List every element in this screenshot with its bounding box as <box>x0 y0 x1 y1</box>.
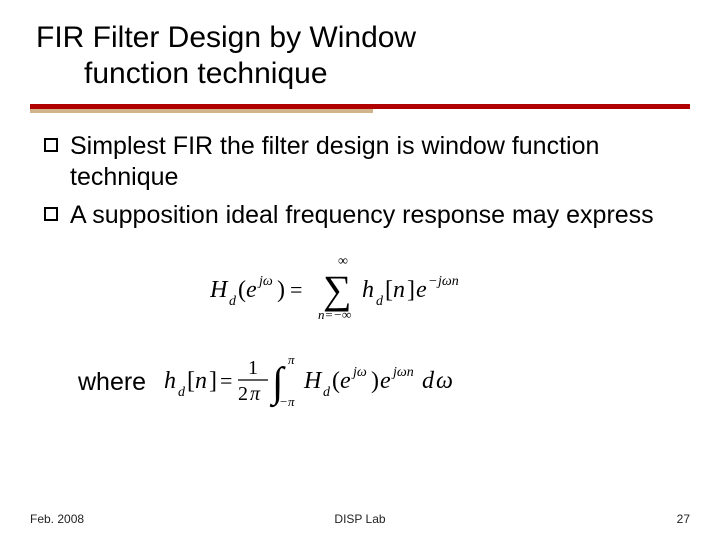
bullet-text: Simplest FIR the filter design is window… <box>70 131 680 194</box>
svg-text:H: H <box>303 368 323 394</box>
svg-text:1: 1 <box>248 357 258 379</box>
svg-text:n: n <box>393 277 405 303</box>
svg-text:n: n <box>195 368 207 394</box>
svg-text:2: 2 <box>238 383 248 405</box>
svg-text:e: e <box>380 368 391 394</box>
slide: FIR Filter Design by Window function tec… <box>0 0 720 540</box>
svg-text:h: h <box>362 277 374 303</box>
list-item: A supposition ideal frequency response m… <box>44 200 680 231</box>
svg-text:d: d <box>229 294 237 309</box>
where-label: where <box>78 368 146 397</box>
svg-text:): ) <box>371 368 379 394</box>
title-rule <box>30 104 690 113</box>
svg-text:π: π <box>250 383 261 405</box>
svg-text:∑: ∑ <box>323 267 352 312</box>
svg-text:d: d <box>376 294 384 309</box>
svg-text:jω: jω <box>257 274 273 289</box>
svg-text:π: π <box>288 352 295 367</box>
svg-text:h: h <box>164 368 176 394</box>
svg-text:jω: jω <box>351 365 367 380</box>
svg-text:]: ] <box>209 368 217 394</box>
footer-date: Feb. 2008 <box>30 512 84 526</box>
svg-text:(: ( <box>238 277 246 303</box>
svg-text:[: [ <box>187 368 195 394</box>
footer-lab: DISP Lab <box>334 512 385 526</box>
svg-text:]: ] <box>407 277 415 303</box>
svg-text:=: = <box>290 277 302 302</box>
svg-text:H: H <box>210 277 229 303</box>
formula-1: H d ( e jω ) = ∞ ∑ n=−∞ h d [ n ] e − jω… <box>30 253 690 328</box>
svg-text:π: π <box>288 394 295 409</box>
bullet-marker-icon <box>44 138 58 152</box>
svg-text:jωn: jωn <box>436 274 459 289</box>
svg-text:d: d <box>323 385 331 400</box>
svg-text:=: = <box>220 368 232 393</box>
svg-text:jωn: jωn <box>391 365 414 380</box>
equation-svg: h d [ n ] = 1 2 π ∫ π − π H d ( e <box>164 350 504 410</box>
title-line-2: function technique <box>36 56 690 92</box>
title-line-1: FIR Filter Design by Window <box>36 21 416 54</box>
where-row: where h d [ n ] = 1 2 π ∫ π − π H <box>30 350 690 415</box>
svg-text:n=−∞: n=−∞ <box>318 307 351 322</box>
svg-text:d: d <box>422 368 435 394</box>
svg-text:(: ( <box>332 368 340 394</box>
bullet-marker-icon <box>44 207 58 221</box>
rule-tan <box>30 109 373 113</box>
svg-text:e: e <box>246 277 257 303</box>
svg-text:−: − <box>429 274 437 289</box>
svg-text:d: d <box>178 385 186 400</box>
bullet-text: A supposition ideal frequency response m… <box>70 200 654 231</box>
footer: Feb. 2008 DISP Lab 27 <box>0 512 720 526</box>
page-number: 27 <box>677 512 690 526</box>
svg-text:−: − <box>280 394 287 409</box>
bullet-list: Simplest FIR the filter design is window… <box>30 127 690 231</box>
svg-text:): ) <box>277 277 285 303</box>
formula-2: h d [ n ] = 1 2 π ∫ π − π H d ( e <box>164 350 504 415</box>
slide-title: FIR Filter Design by Window function tec… <box>30 20 690 98</box>
list-item: Simplest FIR the filter design is window… <box>44 131 680 194</box>
svg-text:e: e <box>340 368 351 394</box>
svg-text:e: e <box>416 277 427 303</box>
equation-svg: H d ( e jω ) = ∞ ∑ n=−∞ h d [ n ] e − jω… <box>210 253 510 323</box>
svg-text:[: [ <box>385 277 393 303</box>
svg-text:ω: ω <box>436 368 453 394</box>
